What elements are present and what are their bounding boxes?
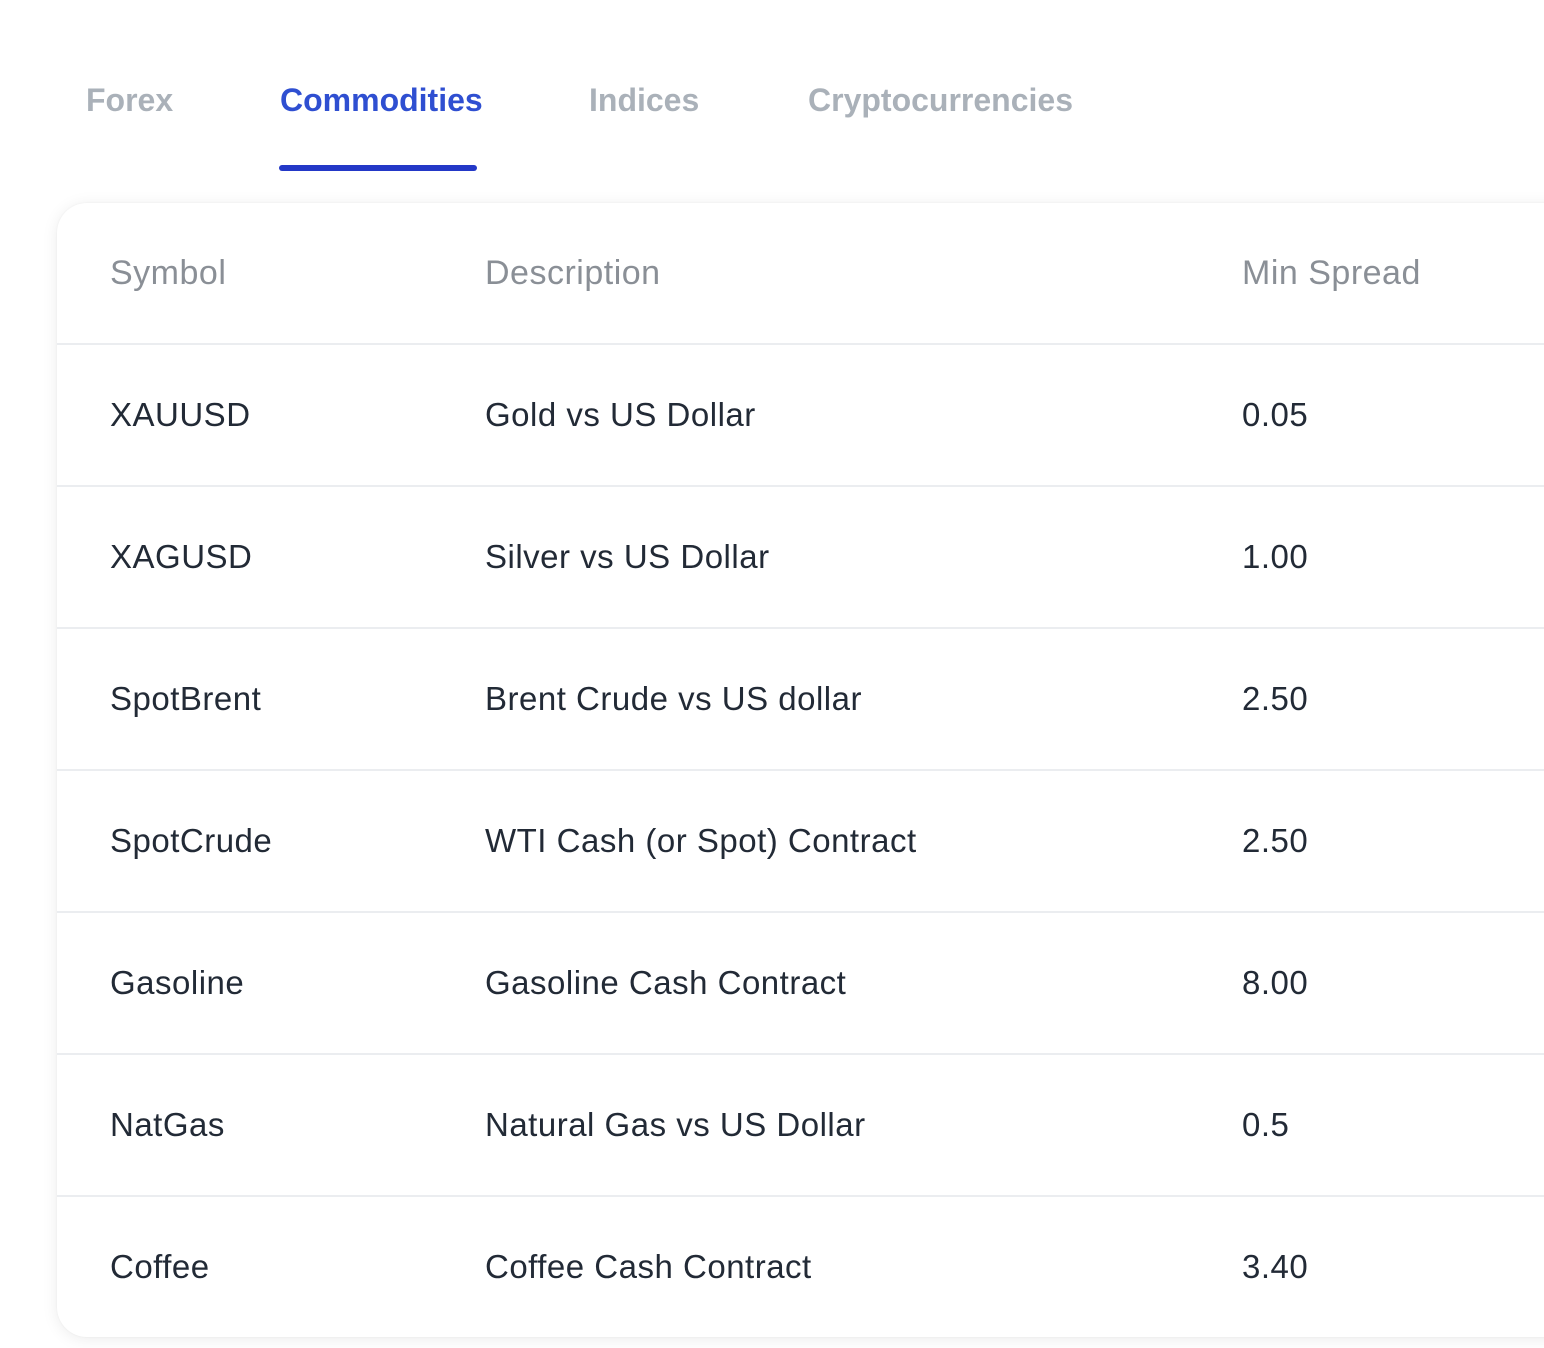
min-spread-cell: 0.5 bbox=[1242, 1106, 1290, 1143]
description-cell: Gold vs US Dollar bbox=[485, 396, 756, 433]
description-cell: Brent Crude vs US dollar bbox=[485, 680, 862, 717]
min-spread-cell: 2.50 bbox=[1242, 680, 1309, 717]
symbol-cell: XAGUSD bbox=[110, 538, 253, 575]
min-spread-cell: 2.50 bbox=[1242, 822, 1309, 859]
table-row: Gasoline Gasoline Cash Contract 8.00 bbox=[57, 913, 1544, 1055]
tab-bar: Forex Commodities Indices Cryptocurrenci… bbox=[0, 0, 1544, 175]
symbol-cell: Coffee bbox=[110, 1248, 210, 1285]
description-cell: Gasoline Cash Contract bbox=[485, 964, 847, 1001]
min-spread-cell: 3.40 bbox=[1242, 1248, 1309, 1285]
column-header-description: Description bbox=[485, 254, 661, 292]
table-header-row: Symbol Description Min Spread bbox=[57, 203, 1544, 345]
column-header-symbol: Symbol bbox=[110, 254, 227, 292]
table-row: SpotCrude WTI Cash (or Spot) Contract 2.… bbox=[57, 771, 1544, 913]
column-header-min-spread: Min Spread bbox=[1242, 254, 1421, 292]
tab-cryptocurrencies[interactable]: Cryptocurrencies bbox=[808, 78, 1073, 122]
table-row: NatGas Natural Gas vs US Dollar 0.5 bbox=[57, 1055, 1544, 1197]
tab-forex[interactable]: Forex bbox=[86, 78, 173, 122]
table-row: XAGUSD Silver vs US Dollar 1.00 bbox=[57, 487, 1544, 629]
tab-commodities[interactable]: Commodities bbox=[280, 78, 483, 122]
active-tab-indicator bbox=[279, 165, 477, 171]
description-cell: Silver vs US Dollar bbox=[485, 538, 770, 575]
symbol-cell: SpotCrude bbox=[110, 822, 273, 859]
min-spread-cell: 1.00 bbox=[1242, 538, 1309, 575]
symbol-cell: XAUUSD bbox=[110, 396, 251, 433]
min-spread-cell: 8.00 bbox=[1242, 964, 1309, 1001]
table-row: Coffee Coffee Cash Contract 3.40 bbox=[57, 1197, 1544, 1337]
description-cell: Coffee Cash Contract bbox=[485, 1248, 812, 1285]
spread-table: Symbol Description Min Spread XAUUSD Gol… bbox=[57, 203, 1544, 1337]
table-row: XAUUSD Gold vs US Dollar 0.05 bbox=[57, 345, 1544, 487]
symbol-cell: NatGas bbox=[110, 1106, 225, 1143]
table-row: SpotBrent Brent Crude vs US dollar 2.50 bbox=[57, 629, 1544, 771]
tab-indices[interactable]: Indices bbox=[589, 78, 699, 122]
description-cell: WTI Cash (or Spot) Contract bbox=[485, 822, 917, 859]
symbol-cell: SpotBrent bbox=[110, 680, 262, 717]
description-cell: Natural Gas vs US Dollar bbox=[485, 1106, 866, 1143]
symbol-cell: Gasoline bbox=[110, 964, 245, 1001]
page: Forex Commodities Indices Cryptocurrenci… bbox=[0, 0, 1544, 1348]
min-spread-cell: 0.05 bbox=[1242, 396, 1309, 433]
